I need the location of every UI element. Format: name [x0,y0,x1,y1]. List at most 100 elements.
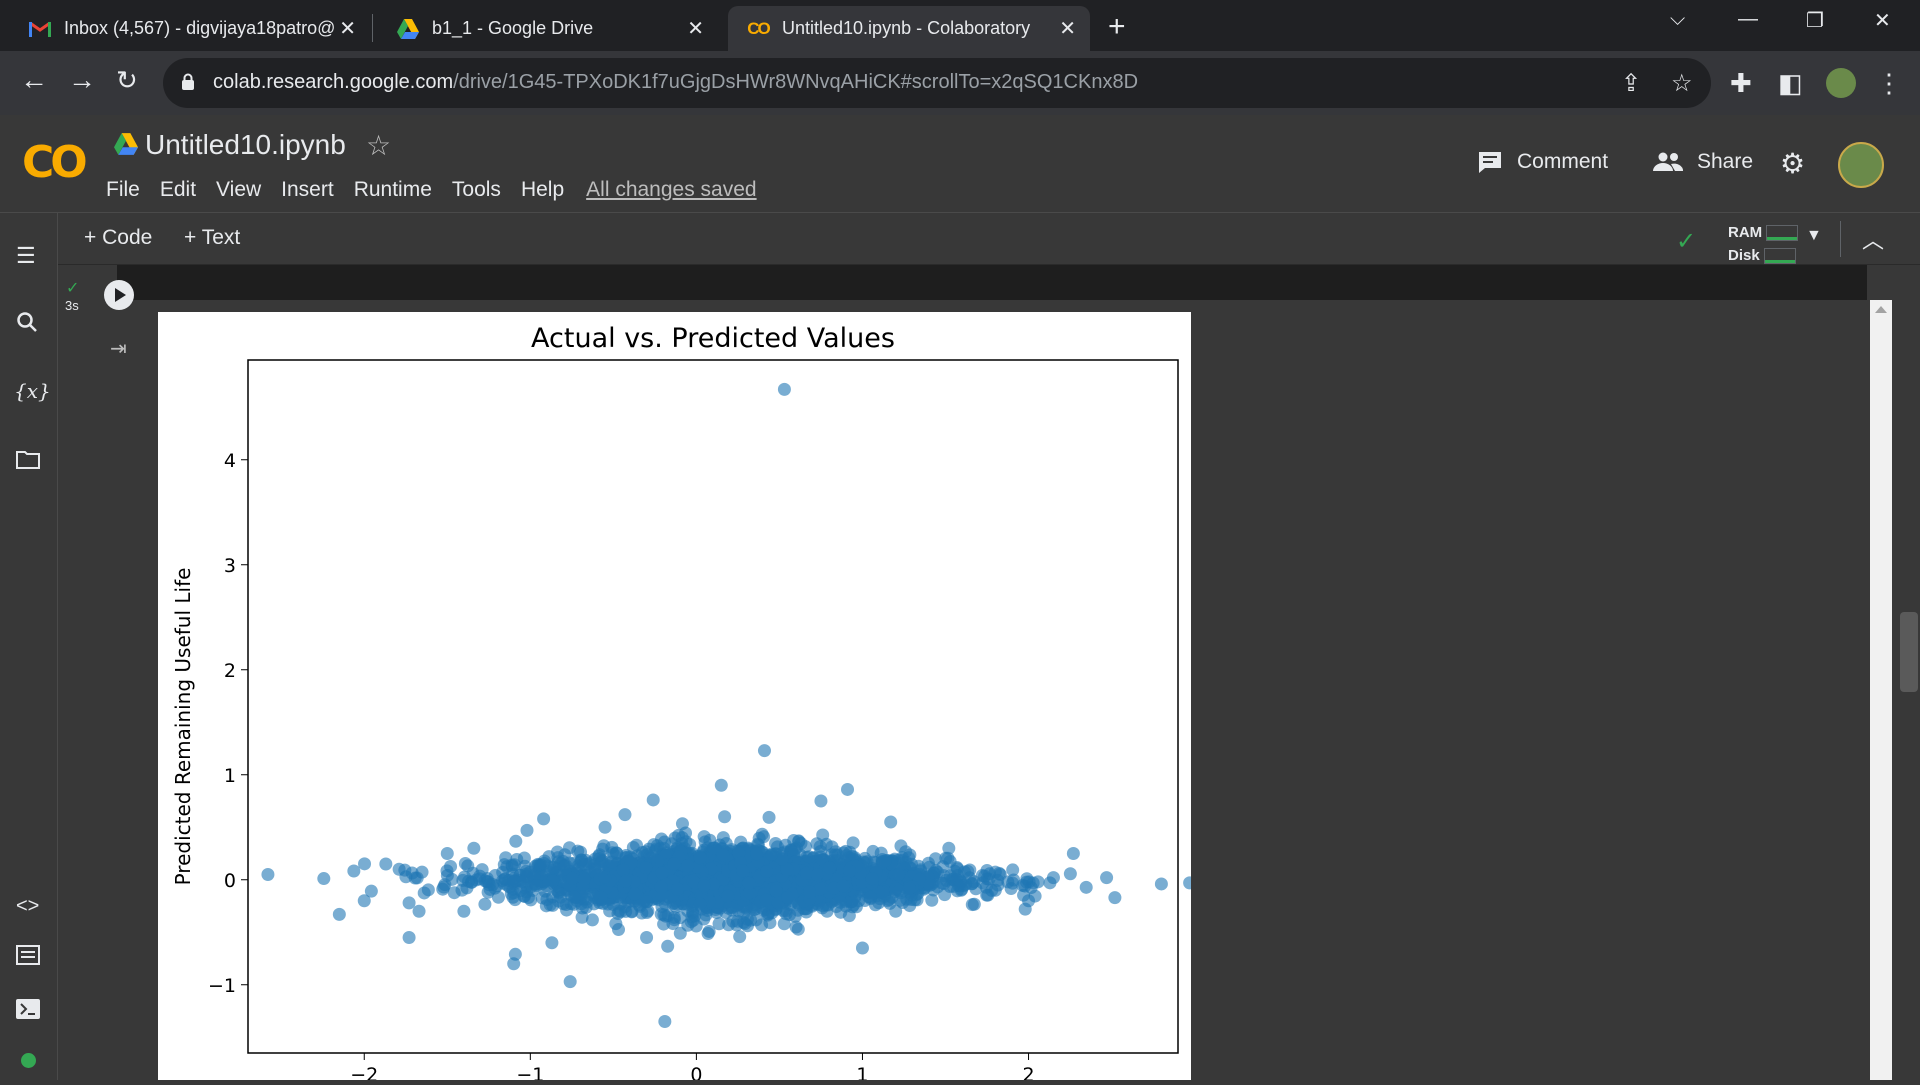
cluster-point [878,854,892,868]
menu-insert[interactable]: Insert [281,178,334,202]
terminal-icon[interactable] [16,999,40,1025]
collapse-header-icon[interactable]: ︿ [1862,223,1884,255]
address-bar[interactable]: colab.research.google.com/drive/1G45-TPX… [163,58,1711,108]
close-tab-icon[interactable]: ✕ [339,16,356,41]
run-cell-button[interactable] [104,280,134,310]
extensions-icon[interactable]: ✚ [1730,68,1752,99]
cluster-point [565,871,579,885]
variables-icon[interactable]: {x} [14,379,51,403]
cluster-point [703,833,717,847]
menu-runtime[interactable]: Runtime [354,178,432,202]
reload-icon[interactable]: ↻ [116,65,138,95]
scatter-point [412,904,426,918]
minimize-icon[interactable]: — [1738,8,1758,31]
colab-header: CO Untitled10.ipynb ☆ File Edit View Ins… [0,115,1920,213]
browser-menu-icon[interactable]: ⋮ [1876,68,1902,99]
tab-gmail[interactable]: Inbox (4,567) - digvijaya18patro@ ✕ [10,6,370,51]
user-avatar[interactable] [1838,142,1884,188]
add-code-button[interactable]: + Code [84,226,152,250]
x-tick-label: 1 [856,1064,868,1080]
cluster-point [675,831,689,845]
scatter-point [942,841,956,855]
tab-search-icon[interactable]: ⌵ [1670,8,1685,31]
connected-check-icon: ✓ [1676,228,1697,255]
scatter-point [714,778,728,792]
cluster-point [894,839,908,853]
notebook-title[interactable]: Untitled10.ipynb [145,129,346,161]
cluster-point [655,866,669,880]
close-tab-icon[interactable]: ✕ [1059,16,1076,41]
resource-monitor[interactable]: RAM Disk [1728,221,1799,267]
table-of-contents-icon[interactable]: ☰ [16,243,36,269]
scatter-point [718,810,732,824]
cluster-point [654,880,668,894]
y-tick-label: 3 [224,555,236,577]
side-panel-icon[interactable]: ◧ [1778,68,1803,99]
execution-time: 3s [65,298,79,313]
scatter-point [884,815,898,829]
scatter-point [1108,891,1122,905]
menu-file[interactable]: File [106,178,140,202]
tab-title: Untitled10.ipynb - Colaboratory [782,18,1031,38]
output-scrollbar[interactable] [1870,300,1892,1080]
scatter-point [757,744,771,758]
settings-gear-icon[interactable]: ⚙ [1780,147,1805,180]
close-window-icon[interactable]: ✕ [1874,8,1891,33]
browser-tab-bar: Inbox (4,567) - digvijaya18patro@ ✕ b1_1… [0,0,1920,51]
url-host: colab.research.google.com [213,71,454,93]
scatter-points [261,382,1197,1028]
star-icon[interactable]: ☆ [366,129,391,162]
menu-tools[interactable]: Tools [452,178,501,202]
code-snippets-icon[interactable]: <> [16,895,39,918]
y-tick-label: −1 [208,975,236,997]
comment-button[interactable]: Comment [1477,150,1608,174]
cluster-point [740,912,754,926]
x-tick-label: −2 [350,1064,378,1080]
menu-edit[interactable]: Edit [160,178,196,202]
cluster-point [892,868,906,882]
bookmark-star-icon[interactable]: ☆ [1671,69,1693,98]
scatter-point [440,847,454,860]
forward-icon[interactable]: → [68,65,96,95]
output-actions-icon[interactable]: ⇥ [110,336,127,361]
cluster-point [843,864,857,878]
new-tab-button[interactable]: + [1108,10,1126,44]
share-page-icon[interactable]: ⇪ [1621,69,1641,98]
add-text-button[interactable]: + Text [184,226,240,250]
close-tab-icon[interactable]: ✕ [687,16,704,41]
code-cell-editor[interactable] [117,265,1867,300]
menu-help[interactable]: Help [521,178,564,202]
tab-title: b1_1 - Google Drive [432,18,594,38]
page-scrollbar-thumb[interactable] [1900,612,1918,692]
cluster-point [742,876,756,890]
url-text[interactable]: colab.research.google.com/drive/1G45-TPX… [213,71,1138,94]
menu-view[interactable]: View [216,178,261,202]
scatter-point [402,896,416,910]
cluster-point [701,926,715,940]
cluster-point [762,810,776,824]
save-status[interactable]: All changes saved [586,178,756,202]
tab-drive[interactable]: b1_1 - Google Drive ✕ [378,6,718,51]
resource-dropdown-icon[interactable]: ▼ [1806,227,1822,245]
scroll-up-arrow[interactable] [1875,306,1887,313]
scatter-point [457,904,471,918]
scatter-point [1100,871,1114,885]
files-folder-icon[interactable] [16,449,40,475]
scatter-point [379,857,393,871]
cluster-point [661,939,675,953]
share-button[interactable]: Share [1653,150,1753,174]
drive-icon[interactable] [114,133,138,155]
tab-colab[interactable]: CO Untitled10.ipynb - Colaboratory ✕ [728,6,1090,51]
tab-title: Inbox (4,567) - digvijaya18patro@ [64,18,334,38]
search-icon[interactable] [16,311,38,339]
restore-icon[interactable]: ❐ [1806,8,1824,33]
colab-icon: CO [747,18,771,38]
back-icon[interactable]: ← [20,65,48,95]
cluster-point [681,904,695,918]
cluster-point [800,866,814,880]
colab-logo[interactable]: CO [22,137,88,188]
profile-avatar[interactable] [1826,68,1856,98]
lock-icon[interactable] [181,73,195,91]
command-palette-icon[interactable] [16,945,40,971]
gmail-icon [28,17,52,41]
